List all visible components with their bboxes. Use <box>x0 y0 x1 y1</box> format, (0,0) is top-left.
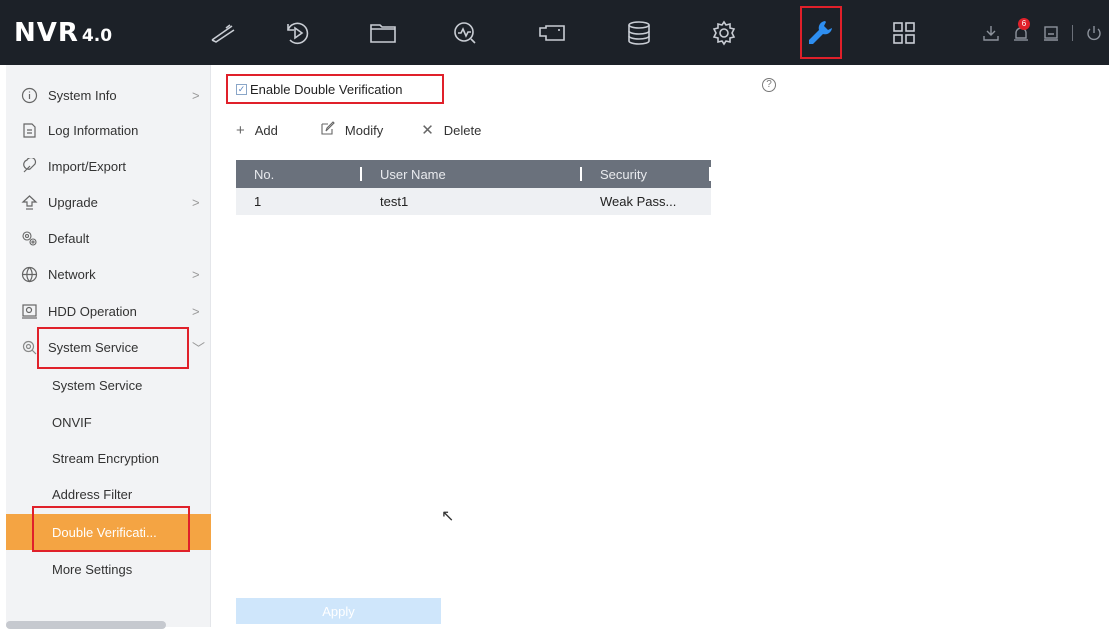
download-icon[interactable] <box>982 24 1000 42</box>
file-icon[interactable] <box>356 0 410 65</box>
sidebar-item-log-information[interactable]: Log Information <box>6 112 211 148</box>
camera-icon[interactable] <box>525 0 579 65</box>
multi-view-icon[interactable] <box>877 0 931 65</box>
sidebar-item-import-export[interactable]: Import/Export <box>6 148 211 184</box>
apply-button[interactable]: Apply <box>236 598 441 624</box>
playback-icon[interactable] <box>270 0 324 65</box>
configuration-icon[interactable] <box>697 0 751 65</box>
power-icon[interactable] <box>1085 24 1103 42</box>
sidebar-item-upgrade[interactable]: Upgrade > <box>6 184 211 220</box>
sidebar-item-hdd-operation[interactable]: HDD Operation > <box>6 293 211 329</box>
sidebar-item-label: Network <box>48 266 96 282</box>
sidebar-item-system-info[interactable]: System Info > <box>6 77 211 113</box>
sidebar-subitem-double-verification[interactable]: Double Verificati... <box>6 514 211 550</box>
chevron-right-icon: > <box>192 266 200 282</box>
sidebar-item-label: System Service <box>48 339 139 355</box>
cell-security: Weak Pass... <box>582 188 711 215</box>
storage-icon[interactable] <box>612 0 666 65</box>
sidebar-subitem-address-filter[interactable]: Address Filter <box>6 476 211 512</box>
enable-double-verification[interactable]: ✓ Enable Double Verification <box>226 74 444 104</box>
sidebar-item-system-service[interactable]: System Service ﹀ <box>6 329 211 365</box>
log-icon <box>20 121 38 139</box>
column-header-security[interactable]: Security <box>582 160 711 188</box>
sidebar-item-label: HDD Operation <box>48 303 137 319</box>
enable-label: Enable Double Verification <box>250 81 403 97</box>
sidebar-subitem-more-settings[interactable]: More Settings <box>6 551 211 587</box>
cell-no: 1 <box>236 188 362 215</box>
system-service-icon <box>20 338 38 356</box>
network-icon <box>20 265 38 283</box>
maintenance-icon[interactable] <box>794 0 848 65</box>
sidebar-item-network[interactable]: Network > <box>6 256 211 292</box>
alarm-icon[interactable]: 6 <box>1012 17 1030 42</box>
delete-label: Delete <box>443 122 482 138</box>
column-header-no[interactable]: No. <box>236 160 362 188</box>
chevron-right-icon: > <box>192 194 200 210</box>
add-label: Add <box>254 122 278 138</box>
toolbar: + Add Modify ✕ Delete <box>236 118 523 142</box>
upgrade-icon <box>20 193 38 211</box>
cell-user-name: test1 <box>362 188 582 215</box>
modify-button[interactable]: Modify <box>320 120 384 140</box>
chevron-down-icon: ﹀ <box>192 340 206 356</box>
sidebar-item-label: Default <box>48 230 90 246</box>
chevron-right-icon: > <box>192 87 200 103</box>
plus-icon: + <box>236 121 245 139</box>
table-row[interactable]: 1 test1 Weak Pass... <box>236 188 711 215</box>
sidebar-subitem-stream-encryption[interactable]: Stream Encryption <box>6 440 211 476</box>
sidebar-scrollbar[interactable] <box>6 621 166 629</box>
delete-button[interactable]: ✕ Delete <box>421 121 481 139</box>
top-navigation-bar: NVR 4.0 6 <box>0 0 1109 65</box>
brand-name: NVR <box>14 18 79 48</box>
edit-icon <box>320 120 335 140</box>
close-icon: ✕ <box>421 122 434 139</box>
help-icon[interactable]: ? <box>762 78 776 92</box>
chevron-right-icon: > <box>192 303 200 319</box>
sidebar: System Info > Log Information Import/Exp… <box>6 65 211 627</box>
sidebar-item-label: Import/Export <box>48 158 127 174</box>
sidebar-item-label: Log Information <box>48 122 139 138</box>
sidebar-item-label: System Info <box>48 87 117 103</box>
import-export-icon <box>20 157 38 175</box>
toolbar-divider <box>1072 24 1073 41</box>
modify-label: Modify <box>344 122 384 138</box>
add-button[interactable]: + Add <box>236 122 278 139</box>
live-view-icon[interactable] <box>196 0 250 65</box>
brand-version: 4.0 <box>81 26 113 46</box>
sidebar-subitem-system-service[interactable]: System Service <box>6 367 211 403</box>
status-icons: 6 <box>982 0 1103 65</box>
hdd-icon <box>20 302 38 320</box>
table-header-row: No. User Name Security <box>236 160 711 188</box>
sidebar-item-label: Upgrade <box>48 194 98 210</box>
sidebar-item-default[interactable]: Default <box>6 220 211 256</box>
smart-analysis-icon[interactable] <box>438 0 492 65</box>
default-icon <box>20 229 38 247</box>
alarm-count-badge: 6 <box>1018 17 1030 30</box>
brand-logo: NVR 4.0 <box>14 18 112 48</box>
lock-screen-icon[interactable] <box>1042 24 1060 42</box>
column-header-user-name[interactable]: User Name <box>362 160 582 188</box>
user-table: No. User Name Security 1 test1 Weak Pass… <box>236 160 711 215</box>
mouse-cursor-icon: ↖ <box>441 508 455 525</box>
sidebar-subitem-onvif[interactable]: ONVIF <box>6 404 211 440</box>
enable-checkbox[interactable]: ✓ <box>236 83 247 95</box>
info-icon <box>20 86 38 104</box>
